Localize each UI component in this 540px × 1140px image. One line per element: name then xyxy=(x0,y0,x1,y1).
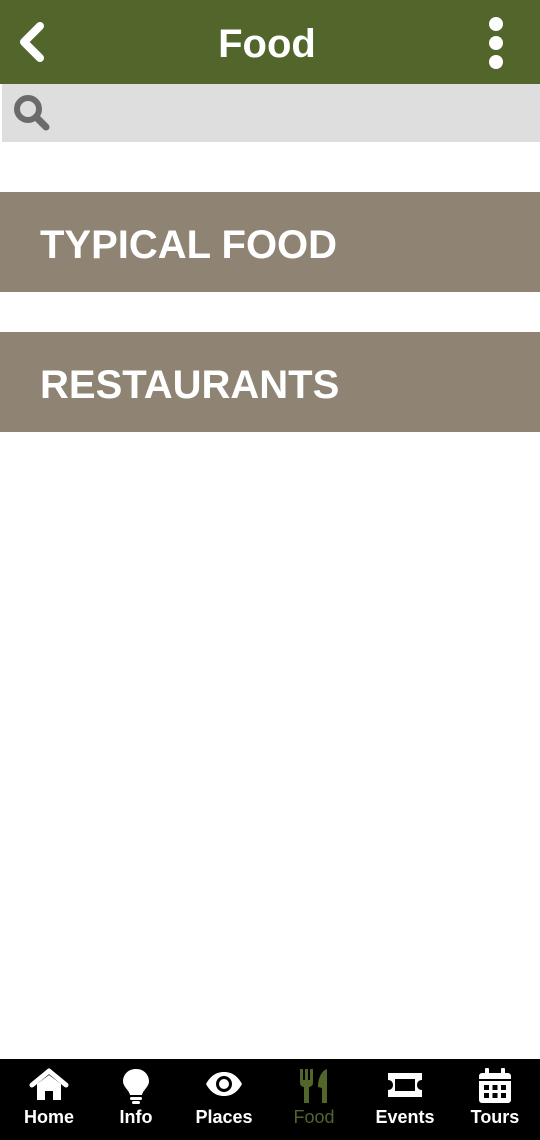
tab-label: Places xyxy=(195,1107,253,1127)
more-vertical-icon xyxy=(489,17,503,69)
tab-label: Tours xyxy=(470,1107,520,1127)
calendar-icon xyxy=(479,1068,511,1103)
chevron-left-icon xyxy=(20,22,44,62)
category-typical-food[interactable]: TYPICAL FOOD xyxy=(0,192,540,292)
lightbulb-icon xyxy=(123,1069,149,1104)
tab-label: Events xyxy=(375,1107,435,1127)
tab-label: Home xyxy=(23,1107,74,1127)
category-label: TYPICAL FOOD xyxy=(40,223,338,267)
category-restaurants[interactable]: RESTAURANTS xyxy=(0,332,540,432)
app-header: Food xyxy=(0,0,540,84)
category-label: RESTAURANTS xyxy=(40,363,340,407)
tab-home[interactable]: Home xyxy=(4,1059,94,1140)
ticket-icon xyxy=(388,1073,422,1097)
search-icon[interactable] xyxy=(12,93,52,133)
tab-food[interactable]: Food xyxy=(270,1059,358,1140)
tab-info[interactable]: Info xyxy=(94,1059,178,1140)
tab-label: Info xyxy=(119,1107,153,1127)
tab-tours[interactable]: Tours xyxy=(452,1059,538,1140)
search-bar xyxy=(2,84,540,142)
eye-icon xyxy=(206,1072,242,1096)
home-icon xyxy=(29,1068,69,1100)
tab-label: Food xyxy=(293,1107,335,1127)
utensils-icon xyxy=(300,1069,327,1103)
bottom-tab-bar: Home Info Places Food Events Tours xyxy=(0,1059,540,1140)
tab-places[interactable]: Places xyxy=(178,1059,270,1140)
tab-events[interactable]: Events xyxy=(358,1059,452,1140)
more-options-button[interactable] xyxy=(474,14,518,72)
page-title: Food xyxy=(218,22,316,66)
search-input[interactable] xyxy=(60,90,534,138)
back-button[interactable] xyxy=(8,14,56,70)
